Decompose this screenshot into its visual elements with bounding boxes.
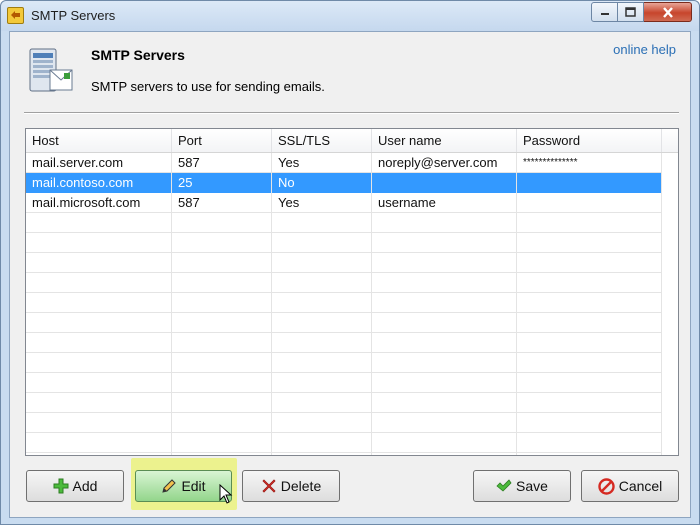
server-email-icon: [29, 48, 73, 92]
maximize-button[interactable]: [618, 2, 644, 22]
grid-row-line: [26, 272, 662, 273]
mouse-cursor-icon: [219, 484, 233, 504]
grid-row-line: [26, 412, 662, 413]
grid-row-line: [26, 452, 662, 453]
red-x-icon: [262, 479, 276, 493]
cell-user: username: [372, 193, 517, 213]
add-button-label: Add: [72, 478, 98, 494]
delete-button-label: Delete: [280, 478, 322, 494]
column-header-ssl-tls[interactable]: SSL/TLS: [272, 129, 372, 152]
smtp-servers-table[interactable]: Host Port SSL/TLS User name Password mai…: [25, 128, 679, 456]
grid-row-line: [26, 352, 662, 353]
app-icon: [7, 7, 24, 24]
title-bar[interactable]: SMTP Servers: [1, 1, 699, 31]
cancel-button-label: Cancel: [618, 478, 663, 494]
column-header-host[interactable]: Host: [26, 129, 172, 152]
cell-port: 25: [172, 173, 272, 193]
grid-row-line: [26, 332, 662, 333]
pencil-icon: [162, 479, 177, 493]
cell-user: [372, 173, 517, 193]
grid-row-line: [26, 312, 662, 313]
edit-button-label: Edit: [181, 478, 206, 494]
table-row[interactable]: mail.server.com 587 Yes noreply@server.c…: [26, 153, 662, 173]
cell-password: [517, 173, 662, 193]
cell-password: **************: [517, 153, 662, 173]
online-help-link[interactable]: online help: [613, 42, 676, 57]
close-window-button[interactable]: [644, 2, 692, 22]
grid-row-line: [26, 252, 662, 253]
cancel-button[interactable]: Cancel: [581, 470, 679, 502]
checkmark-icon: [496, 479, 512, 492]
column-header-password[interactable]: Password: [517, 129, 662, 152]
save-button[interactable]: Save: [473, 470, 571, 502]
table-row-selected[interactable]: mail.contoso.com 25 No: [26, 173, 662, 193]
save-button-label: Save: [516, 478, 548, 494]
cell-host: mail.contoso.com: [26, 173, 172, 193]
cell-ssl: Yes: [272, 153, 372, 173]
grid-column-line: [371, 153, 372, 455]
page-title: SMTP Servers: [91, 47, 185, 63]
column-header-user-name[interactable]: User name: [372, 129, 517, 152]
plus-icon: [53, 478, 69, 494]
grid-column-line: [661, 153, 662, 455]
window-title: SMTP Servers: [31, 8, 116, 23]
cell-ssl: No: [272, 173, 372, 193]
cancel-circle-icon: [598, 477, 615, 495]
cell-password: [517, 193, 662, 213]
grid-row-line: [26, 432, 662, 433]
table-row[interactable]: mail.microsoft.com 587 Yes username: [26, 193, 662, 213]
column-header-port[interactable]: Port: [172, 129, 272, 152]
grid-row-line: [26, 232, 662, 233]
cell-host: mail.microsoft.com: [26, 193, 172, 213]
minimize-icon: [600, 13, 609, 15]
grid-column-line: [171, 153, 172, 455]
grid-row-line: [26, 392, 662, 393]
close-icon: [662, 6, 673, 18]
cell-host: mail.server.com: [26, 153, 172, 173]
grid-column-line: [271, 153, 272, 455]
add-button[interactable]: Add: [26, 470, 124, 502]
grid-row-line: [26, 292, 662, 293]
table-body: mail.server.com 587 Yes noreply@server.c…: [26, 153, 678, 455]
maximize-icon: [625, 7, 636, 17]
table-header: Host Port SSL/TLS User name Password: [26, 129, 678, 153]
page-subtitle: SMTP servers to use for sending emails.: [91, 79, 325, 94]
grid-column-line: [516, 153, 517, 455]
edit-button[interactable]: Edit: [135, 470, 232, 502]
minimize-button[interactable]: [591, 2, 618, 22]
grid-row-line: [26, 372, 662, 373]
delete-button[interactable]: Delete: [242, 470, 340, 502]
cell-ssl: Yes: [272, 193, 372, 213]
dialog-content: SMTP Servers SMTP servers to use for sen…: [9, 31, 691, 518]
cell-user: noreply@server.com: [372, 153, 517, 173]
smtp-servers-window: SMTP Servers SMTP Servers SMTP servers t…: [0, 0, 700, 525]
header-separator: [24, 112, 679, 114]
cell-port: 587: [172, 153, 272, 173]
cell-port: 587: [172, 193, 272, 213]
